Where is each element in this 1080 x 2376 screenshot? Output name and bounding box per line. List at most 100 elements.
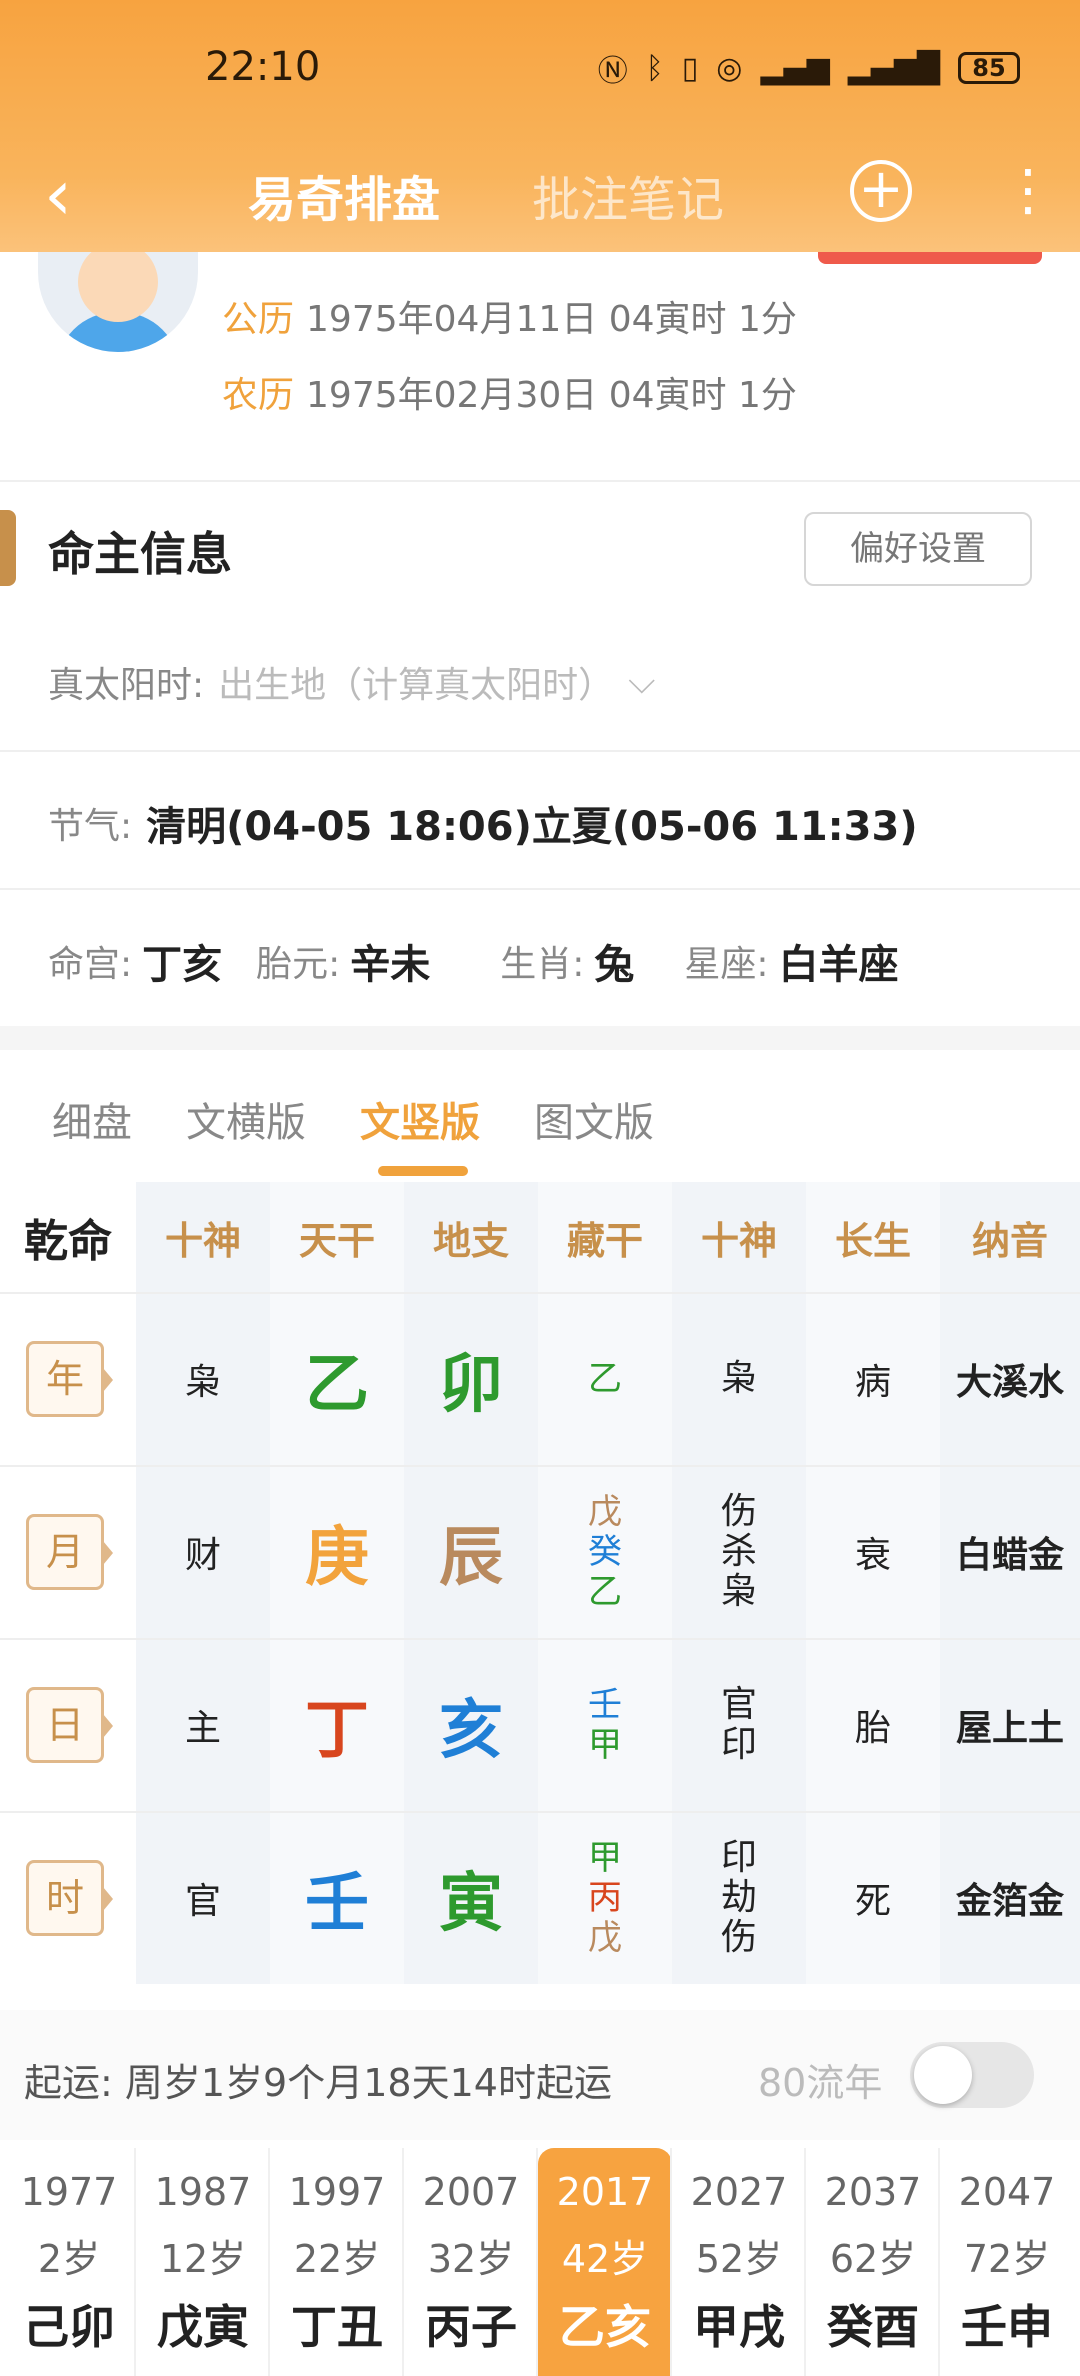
shishen-cell: 主 <box>184 1707 221 1749</box>
shishen2-char: 伤 <box>720 1916 757 1958</box>
divider <box>0 888 1080 890</box>
shishen2-stack: 官印 <box>720 1683 757 1765</box>
layout-tabs: 细盘 文横版 文竖版 图文版 <box>0 1080 1080 1180</box>
header-dizhi: 地支 <box>432 1218 509 1263</box>
tab-graphic[interactable]: 图文版 <box>534 1090 654 1148</box>
canggan-char: 乙 <box>588 1358 622 1399</box>
canggan-cell: 乙 <box>538 1292 672 1465</box>
more-icon[interactable]: ⋮ <box>1000 158 1056 224</box>
preference-settings-button[interactable]: 偏好设置 <box>804 512 1032 586</box>
xingzuo-label: 星座: <box>684 944 769 985</box>
shishen2-char: 官 <box>720 1683 757 1725</box>
canggan-char: 丙 <box>588 1877 622 1918</box>
jieqi-label: 节气: <box>48 806 133 847</box>
dayun-age: 72岁 <box>963 2237 1051 2281</box>
shishen2-stack: 印劫伤 <box>720 1836 757 1958</box>
dayun-year: 2037 <box>824 2170 922 2214</box>
nav-title[interactable]: 易奇排盘 <box>248 160 440 230</box>
nayin-cell: 白蜡金 <box>955 1534 1064 1576</box>
taiyuan-value: 辛未 <box>350 942 431 988</box>
dayun-item[interactable]: 1987 12岁 戊寅 <box>136 2148 270 2376</box>
status-time: 22:10 <box>205 44 321 90</box>
shishen2-cell: 枭 <box>672 1292 806 1465</box>
shishen2-cell: 官印 <box>672 1638 806 1811</box>
dayun-divider <box>536 2148 538 2376</box>
bluetooth-icon: ᛒ <box>645 50 664 86</box>
tab-vertical[interactable]: 文竖版 <box>360 1090 480 1148</box>
jieqi-value: 清明(04-05 18:06)立夏(05-06 11:33) <box>146 804 918 850</box>
section-header: 命主信息 偏好设置 <box>0 510 1080 590</box>
back-icon[interactable]: ‹ <box>44 160 72 230</box>
dayun-year: 1997 <box>288 2170 386 2214</box>
gregorian-label: 公历 <box>222 299 295 340</box>
header-nayin: 纳音 <box>971 1218 1048 1263</box>
signal-5g-icon: ▂▄▆█ <box>847 50 940 86</box>
nfc-icon: Ⓝ <box>597 54 628 89</box>
shishen2-char: 印 <box>720 1723 757 1765</box>
add-icon[interactable]: + <box>850 160 912 222</box>
dayun-item[interactable]: 2027 52岁甲戌 <box>672 2148 806 2376</box>
dayun-year: 2027 <box>690 2170 788 2214</box>
dayun-year: 1977 <box>20 2170 118 2214</box>
qiyun-bar: 起运: 周岁1岁9个月18天14时起运 80流年 <box>0 2010 1080 2140</box>
shishen2-stack: 枭 <box>720 1357 757 1399</box>
changsheng-cell: 死 <box>854 1880 891 1922</box>
nav-tab-notes[interactable]: 批注笔记 <box>532 160 724 230</box>
dayun-age: 52岁 <box>695 2237 783 2281</box>
xingzuo-value: 白羊座 <box>778 942 899 988</box>
pillar-label: 日 <box>26 1686 113 1763</box>
dayun-item[interactable]: 2037 62岁 癸酉 <box>806 2148 940 2376</box>
shishen2-cell: 伤杀枭 <box>672 1465 806 1638</box>
canggan-char: 戊 <box>588 1917 622 1958</box>
tiangan-cell: 乙 <box>305 1347 369 1422</box>
dayun-item[interactable]: 2047 72岁 壬申 <box>940 2148 1074 2376</box>
dayun-ganzhi: 癸酉 <box>827 2300 919 2354</box>
birthplace-select[interactable]: 出生地（计算真太阳时） <box>218 656 614 708</box>
gregorian-value: 1975年04月11日 04寅时 1分 <box>306 299 797 340</box>
dayun-item[interactable]: 2007 32岁 丙子 <box>404 2148 538 2376</box>
canggan-stack: 戊癸乙 <box>588 1492 622 1612</box>
shishen2-char: 印 <box>720 1836 757 1878</box>
canggan-char: 乙 <box>588 1571 622 1612</box>
taiyuan-label: 胎元: <box>256 944 341 985</box>
action-button-edge[interactable] <box>818 252 1042 264</box>
dayun-age: 42岁 <box>561 2237 649 2281</box>
section-title: 命主信息 <box>48 527 232 581</box>
gregorian-date-row: 公历 1975年04月11日 04寅时 1分 <box>222 290 797 342</box>
bazi-grid: 乾命 十神 天干 地支 藏干 十神 长生 纳音 年枭乙卯乙枭病大溪水月财庚辰戊癸… <box>0 1182 1080 1984</box>
divider <box>0 750 1080 752</box>
tab-detail[interactable]: 细盘 <box>52 1090 132 1148</box>
changsheng-cell: 胎 <box>854 1707 891 1749</box>
tiangan-cell: 丁 <box>305 1693 369 1768</box>
dayun-year: 2007 <box>422 2170 520 2214</box>
dayun-item[interactable]: 1977 2岁 己卯 <box>2 2148 136 2376</box>
chevron-down-icon[interactable]: ⌵ <box>628 661 655 703</box>
canggan-stack: 甲丙戊 <box>588 1838 622 1958</box>
dayun-divider <box>804 2148 806 2376</box>
dayun-ganzhi: 甲戌 <box>693 2300 785 2354</box>
dayun-age: 2岁 <box>37 2237 101 2281</box>
divider <box>0 480 1080 482</box>
shishen2-char: 枭 <box>720 1357 757 1399</box>
canggan-char: 甲 <box>588 1724 622 1765</box>
dayun-ganzhi: 戊寅 <box>157 2300 249 2354</box>
shishen2-char: 枭 <box>720 1570 757 1612</box>
dayun-year: 1987 <box>154 2170 252 2214</box>
nayin-cell: 屋上土 <box>955 1707 1064 1749</box>
signal-4g-icon: ▂▄▆ <box>760 50 830 86</box>
header-changsheng: 长生 <box>834 1218 911 1263</box>
section-accent <box>0 510 16 586</box>
tab-horizontal[interactable]: 文横版 <box>186 1090 306 1148</box>
shishen2-stack: 伤杀枭 <box>720 1491 757 1612</box>
dayun-divider <box>402 2148 404 2376</box>
qiyun-text: 起运: 周岁1岁9个月18天14时起运 <box>24 2061 612 2105</box>
canggan-char: 戊 <box>588 1491 622 1532</box>
dizhi-cell: 亥 <box>439 1693 503 1768</box>
shishen2-char: 劫 <box>720 1876 757 1918</box>
liunian-toggle[interactable] <box>910 2042 1034 2108</box>
vibrate-icon: ▯ <box>681 50 699 86</box>
dayun-item[interactable]: 1997 22岁 丁丑 <box>270 2148 404 2376</box>
dayun-year: 2047 <box>958 2170 1056 2214</box>
true-solar-time-row[interactable]: 真太阳时: 出生地（计算真太阳时） ⌵ <box>48 656 655 708</box>
dayun-item[interactable]: 2017 42岁 乙亥 <box>538 2148 672 2376</box>
